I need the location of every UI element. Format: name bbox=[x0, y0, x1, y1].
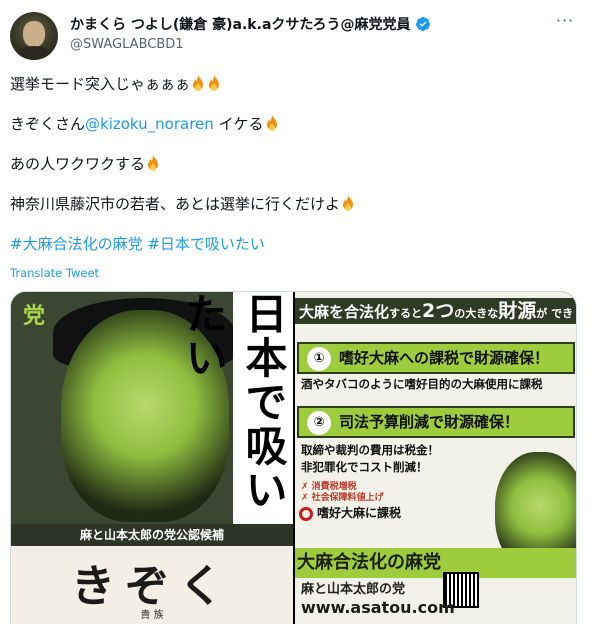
poster-candidate-name: きぞく bbox=[71, 561, 233, 612]
tweet-line-2-suffix: イケる bbox=[213, 115, 264, 133]
name-row: かまくら つよし(鎌倉 豪)a.k.aクサたろう@麻党党員 bbox=[70, 14, 431, 34]
flyer-item-2-detail-1: 取締や裁判の費用は税金！ bbox=[301, 443, 439, 457]
tweet-line-3-text: あの人ワクワクする bbox=[10, 155, 146, 173]
flyer-headline: 大麻を合法化すると2つの大きな財源が でき bbox=[295, 298, 576, 324]
fire-icon bbox=[266, 115, 277, 131]
tweet-line-2-prefix: きぞくさん bbox=[10, 115, 86, 133]
flyer-headline-part: の大きな bbox=[454, 307, 499, 320]
tweet-line-4: 神奈川県藤沢市の若者、あとは選挙に行くだけよ bbox=[10, 194, 580, 214]
poster-name-panel: きぞく 貴 族 bbox=[11, 546, 293, 624]
fire-icon bbox=[148, 155, 159, 171]
flyer-item-1: ① 嗜好大麻への課税で財源確保！ bbox=[297, 342, 575, 374]
display-name[interactable]: かまくら つよし(鎌倉 豪)a.k.aクサたろう@麻党党員 bbox=[70, 14, 411, 34]
flyer-tax-main: 嗜好大麻に課税 bbox=[299, 504, 401, 521]
hashtags: #大麻合法化の麻党 #日本で吸いたい bbox=[10, 234, 580, 254]
hashtag-link[interactable]: #日本で吸いたい bbox=[147, 235, 265, 253]
flyer-tax-main-label: 嗜好大麻に課税 bbox=[317, 506, 402, 520]
fire-icon bbox=[193, 75, 204, 91]
flyer-tax-line-1: ✗ 消費税増税 bbox=[301, 482, 357, 492]
tweet-line-1-text: 選挙モード突入じゃぁぁぁ bbox=[10, 75, 191, 93]
flyer-tax-line-2: ✗ 社会保障料値上げ bbox=[301, 493, 384, 503]
avatar-shoulders bbox=[14, 46, 54, 60]
avatar-face bbox=[23, 21, 45, 47]
tweet-line-2: きぞくさん@kizoku_noraren イケる bbox=[10, 114, 580, 134]
hashtag-link[interactable]: #大麻合法化の麻党 bbox=[10, 235, 143, 253]
flyer-url: www.asatou.com bbox=[301, 598, 455, 617]
poster-candidate-sub: 貴 族 bbox=[140, 610, 164, 621]
flyer-headline-part: すると bbox=[389, 307, 423, 320]
handle[interactable]: @SWAGLABCBD1 bbox=[70, 37, 184, 52]
poster-candidate-strip: 麻と山本太郎の党公認候補 bbox=[11, 524, 293, 546]
tweet-header: かまくら つよし(鎌倉 豪)a.k.aクサたろう@麻党党員 @SWAGLABCB… bbox=[10, 12, 585, 62]
flyer-tax-lines: ✗ 消費税増税 ✗ 社会保障料値上げ bbox=[301, 482, 384, 504]
fire-icon bbox=[343, 195, 354, 211]
poster-party-mark: 党 bbox=[23, 304, 46, 329]
flyer-item-2-detail-2: 非犯罪化でコスト削減！ bbox=[301, 460, 428, 474]
mention-link[interactable]: @kizoku_noraren bbox=[85, 115, 214, 133]
flyer-band: 大麻合法化の麻党 bbox=[295, 548, 576, 578]
tweet-line-1: 選挙モード突入じゃぁぁぁ bbox=[10, 74, 580, 94]
more-options-icon[interactable]: ··· bbox=[555, 13, 575, 30]
media-image-right[interactable]: 大麻を合法化すると2つの大きな財源が でき ① 嗜好大麻への課税で財源確保！ 酒や… bbox=[295, 292, 576, 624]
flyer-headline-part: が でき bbox=[536, 307, 574, 320]
flyer-item-2-label: 司法予算削減で財源確保！ bbox=[339, 413, 520, 431]
flyer-item-2-number: ② bbox=[307, 410, 331, 435]
flyer-item-1-detail: 酒やタバコのように嗜好目的の大麻使用に課税 bbox=[301, 377, 543, 391]
flyer-item-1-label: 嗜好大麻への課税で財源確保！ bbox=[339, 349, 550, 367]
tweet-line-4-text: 神奈川県藤沢市の若者、あとは選挙に行くだけよ bbox=[10, 195, 341, 213]
flyer-party-line: 麻と山本太郎の党 bbox=[301, 582, 406, 597]
media-image-left[interactable]: 党 日本で吸いたい 麻と山本太郎の党公認候補 きぞく 貴 族 bbox=[11, 292, 293, 624]
tweet-line-3: あの人ワクワクする bbox=[10, 154, 580, 174]
media-grid: 党 日本で吸いたい 麻と山本太郎の党公認候補 きぞく 貴 族 大麻を合法化すると… bbox=[10, 291, 577, 624]
translate-tweet-link[interactable]: Translate Tweet bbox=[10, 266, 99, 280]
circle-icon bbox=[299, 507, 313, 521]
flyer-headline-part: 2つ bbox=[422, 300, 455, 322]
avatar[interactable] bbox=[10, 12, 58, 60]
tweet-text: 選挙モード突入じゃぁぁぁ きぞくさん@kizoku_noraren イケる あの… bbox=[10, 74, 580, 268]
fire-icon bbox=[209, 75, 220, 91]
flyer-item-1-number: ① bbox=[307, 346, 331, 371]
flyer-headline-part: 財源 bbox=[498, 300, 537, 322]
flyer-headline-part: 大麻を合法化 bbox=[299, 303, 390, 321]
verified-badge-icon bbox=[415, 17, 430, 31]
flyer-item-2: ② 司法予算削減で財源確保！ bbox=[297, 406, 575, 438]
poster-vertical-title: 日本で吸いたい bbox=[179, 292, 293, 524]
